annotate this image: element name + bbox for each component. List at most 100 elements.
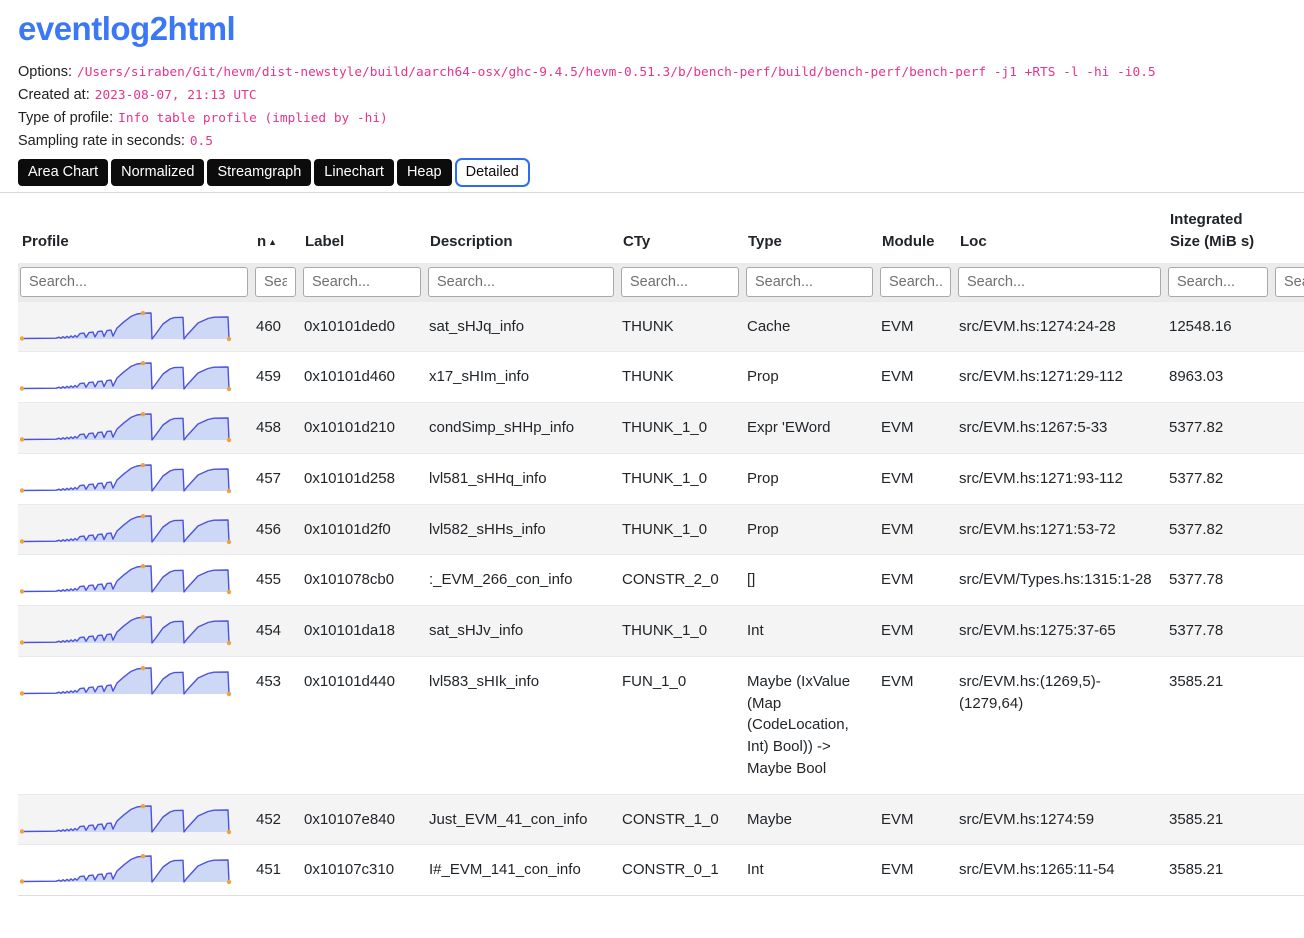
search-cell-loc xyxy=(956,263,1166,302)
cell-type: Maybe (IxValue (Map (CodeLocation, Int) … xyxy=(744,656,878,794)
search-input-label[interactable] xyxy=(303,267,421,297)
table-row: 4560x10101d2f0lvl582_sHHs_infoTHUNK_1_0P… xyxy=(18,504,1304,555)
cell-n: 451 xyxy=(253,845,301,896)
search-input-module[interactable] xyxy=(880,267,951,297)
cell-description: x17_sHIm_info xyxy=(426,352,619,403)
profile-sparkline xyxy=(18,352,253,403)
cell-description: condSimp_sHHp_info xyxy=(426,403,619,454)
cell-module: EVM xyxy=(878,555,956,606)
cell-extra xyxy=(1273,504,1304,555)
col-header-extra[interactable] xyxy=(1273,205,1304,263)
cell-size: 5377.78 xyxy=(1166,606,1273,657)
table-row: 4570x10101d258lvl581_sHHq_infoTHUNK_1_0P… xyxy=(18,453,1304,504)
table-row: 4580x10101d210condSimp_sHHp_infoTHUNK_1_… xyxy=(18,403,1304,454)
meta-profile-type: Type of profile:Info table profile (impl… xyxy=(18,110,1304,126)
cell-n: 458 xyxy=(253,403,301,454)
cell-type: Int xyxy=(744,845,878,896)
cell-extra xyxy=(1273,352,1304,403)
cell-n: 452 xyxy=(253,794,301,845)
cell-loc: src/EVM.hs:1275:37-65 xyxy=(956,606,1166,657)
search-input-extra[interactable] xyxy=(1275,267,1304,297)
col-header-label: CTy xyxy=(623,233,650,250)
cell-loc: src/EVM.hs:1265:11-54 xyxy=(956,845,1166,896)
cell-cty: CONSTR_0_1 xyxy=(619,845,744,896)
cell-label: 0x10101d460 xyxy=(301,352,426,403)
profile-sparkline xyxy=(18,555,253,606)
col-header-loc[interactable]: Loc xyxy=(956,205,1166,263)
search-input-loc[interactable] xyxy=(958,267,1161,297)
col-header-cty[interactable]: CTy xyxy=(619,205,744,263)
meta-sampling-rate-label: Sampling rate in seconds: xyxy=(18,133,185,149)
cell-cty: THUNK_1_0 xyxy=(619,606,744,657)
cell-extra xyxy=(1273,845,1304,896)
cell-loc: src/EVM.hs:1274:59 xyxy=(956,794,1166,845)
search-cell-module xyxy=(878,263,956,302)
search-cell-profile xyxy=(18,263,253,302)
cell-description: Just_EVM_41_con_info xyxy=(426,794,619,845)
search-cell-size xyxy=(1166,263,1273,302)
col-header-profile[interactable]: Profile xyxy=(18,205,253,263)
meta-sampling-rate: Sampling rate in seconds:0.5 xyxy=(18,133,1304,149)
cell-module: EVM xyxy=(878,845,956,896)
cell-module: EVM xyxy=(878,504,956,555)
cell-type: [] xyxy=(744,555,878,606)
col-header-label: Module xyxy=(882,233,935,250)
profile-sparkline xyxy=(18,403,253,454)
table-row: 4550x101078cb0:_EVM_266_con_infoCONSTR_2… xyxy=(18,555,1304,606)
tab-linechart[interactable]: Linechart xyxy=(314,159,394,186)
cell-loc: src/EVM/Types.hs:1315:1-28 xyxy=(956,555,1166,606)
cell-description: lvl583_sHIk_info xyxy=(426,656,619,794)
tab-normalized[interactable]: Normalized xyxy=(111,159,204,186)
search-input-n[interactable] xyxy=(255,267,296,297)
search-input-size[interactable] xyxy=(1168,267,1268,297)
tab-heap[interactable]: Heap xyxy=(397,159,452,186)
cell-n: 453 xyxy=(253,656,301,794)
cell-cty: THUNK_1_0 xyxy=(619,453,744,504)
cell-description: sat_sHJv_info xyxy=(426,606,619,657)
search-input-type[interactable] xyxy=(746,267,873,297)
tab-area-chart[interactable]: Area Chart xyxy=(18,159,108,186)
col-header-type[interactable]: Type xyxy=(744,205,878,263)
cell-cty: THUNK xyxy=(619,352,744,403)
col-header-n[interactable]: n▲ xyxy=(253,205,301,263)
tabs-divider xyxy=(0,192,1304,193)
meta-created-at-value: 2023-08-07, 21:13 UTC xyxy=(95,88,257,103)
col-header-module[interactable]: Module xyxy=(878,205,956,263)
meta-options-label: Options: xyxy=(18,64,72,80)
cell-n: 454 xyxy=(253,606,301,657)
detailed-table-wrap: Profilen▲Label DescriptionCTy TypeModule Lo… xyxy=(18,205,1304,896)
cell-module: EVM xyxy=(878,301,956,352)
tab-detailed[interactable]: Detailed xyxy=(455,158,530,187)
search-cell-description xyxy=(426,263,619,302)
col-header-label: Loc xyxy=(960,233,987,250)
cell-type: Cache xyxy=(744,301,878,352)
search-cell-label xyxy=(301,263,426,302)
cell-type: Int xyxy=(744,606,878,657)
cell-label: 0x10101d440 xyxy=(301,656,426,794)
col-header-label: n xyxy=(257,233,266,250)
col-header-label[interactable]: Label xyxy=(301,205,426,263)
cell-n: 455 xyxy=(253,555,301,606)
col-header-size[interactable]: Integrated Size (MiB s) xyxy=(1166,205,1273,263)
col-header-label: Label xyxy=(305,233,344,250)
cell-n: 457 xyxy=(253,453,301,504)
profile-sparkline xyxy=(18,656,253,794)
cell-cty: CONSTR_2_0 xyxy=(619,555,744,606)
table-row: 4530x10101d440lvl583_sHIk_infoFUN_1_0May… xyxy=(18,656,1304,794)
search-input-description[interactable] xyxy=(428,267,614,297)
cell-type: Maybe xyxy=(744,794,878,845)
search-input-profile[interactable] xyxy=(20,267,248,297)
cell-size: 3585.21 xyxy=(1166,656,1273,794)
profile-sparkline xyxy=(18,606,253,657)
cell-loc: src/EVM.hs:1274:24-28 xyxy=(956,301,1166,352)
page: eventlog2html Options:/Users/siraben/Git… xyxy=(0,0,1304,896)
tab-streamgraph[interactable]: Streamgraph xyxy=(207,159,311,186)
cell-size: 12548.16 xyxy=(1166,301,1273,352)
cell-size: 3585.21 xyxy=(1166,794,1273,845)
search-input-cty[interactable] xyxy=(621,267,739,297)
col-header-description[interactable]: Description xyxy=(426,205,619,263)
cell-description: lvl582_sHHs_info xyxy=(426,504,619,555)
search-cell-extra xyxy=(1273,263,1304,302)
profile-sparkline xyxy=(18,845,253,896)
cell-label: 0x10107e840 xyxy=(301,794,426,845)
